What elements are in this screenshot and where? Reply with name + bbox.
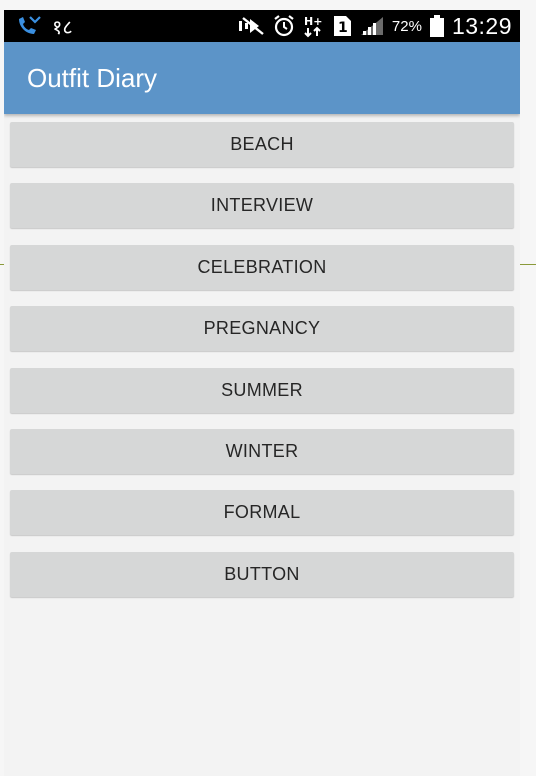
- beach-button[interactable]: BEACH: [10, 122, 514, 167]
- interview-button[interactable]: INTERVIEW: [10, 183, 514, 229]
- formal-button[interactable]: FORMAL: [10, 490, 514, 536]
- missed-call-icon: [16, 15, 42, 37]
- svg-text:H+: H+: [304, 15, 322, 28]
- battery-percent: 72%: [391, 17, 422, 35]
- status-right: H+ 1 72% 13:29: [237, 10, 512, 42]
- sim-1-icon: 1: [332, 15, 352, 37]
- page: १८ H+ 1 72% 13:29 Outfit Diary BEACH INT…: [0, 0, 536, 776]
- background-divider-right: [520, 264, 536, 265]
- phone-screen: १८ H+ 1 72% 13:29 Outfit Diary BEACH INT…: [4, 10, 520, 776]
- status-left-text: १८: [52, 14, 73, 39]
- status-bar: १८ H+ 1 72% 13:29: [4, 10, 520, 42]
- app-title: Outfit Diary: [27, 62, 158, 93]
- mute-icon: [237, 15, 265, 37]
- svg-text:1: 1: [338, 20, 348, 36]
- winter-button[interactable]: WINTER: [10, 428, 514, 474]
- alarm-icon: [272, 14, 296, 38]
- category-button-list: BEACH INTERVIEW CELEBRATION PREGNANCY SU…: [10, 122, 514, 613]
- celebration-button[interactable]: CELEBRATION: [10, 244, 514, 290]
- status-clock: 13:29: [451, 12, 512, 39]
- battery-icon: [429, 15, 445, 37]
- summer-button[interactable]: SUMMER: [10, 367, 514, 413]
- signal-icon: [359, 15, 385, 37]
- pregnancy-button[interactable]: PREGNANCY: [10, 306, 514, 352]
- generic-button[interactable]: BUTTON: [10, 551, 514, 597]
- app-bar: Outfit Diary: [4, 42, 520, 114]
- status-left: १८: [4, 13, 73, 40]
- hplus-data-icon: H+: [303, 14, 325, 38]
